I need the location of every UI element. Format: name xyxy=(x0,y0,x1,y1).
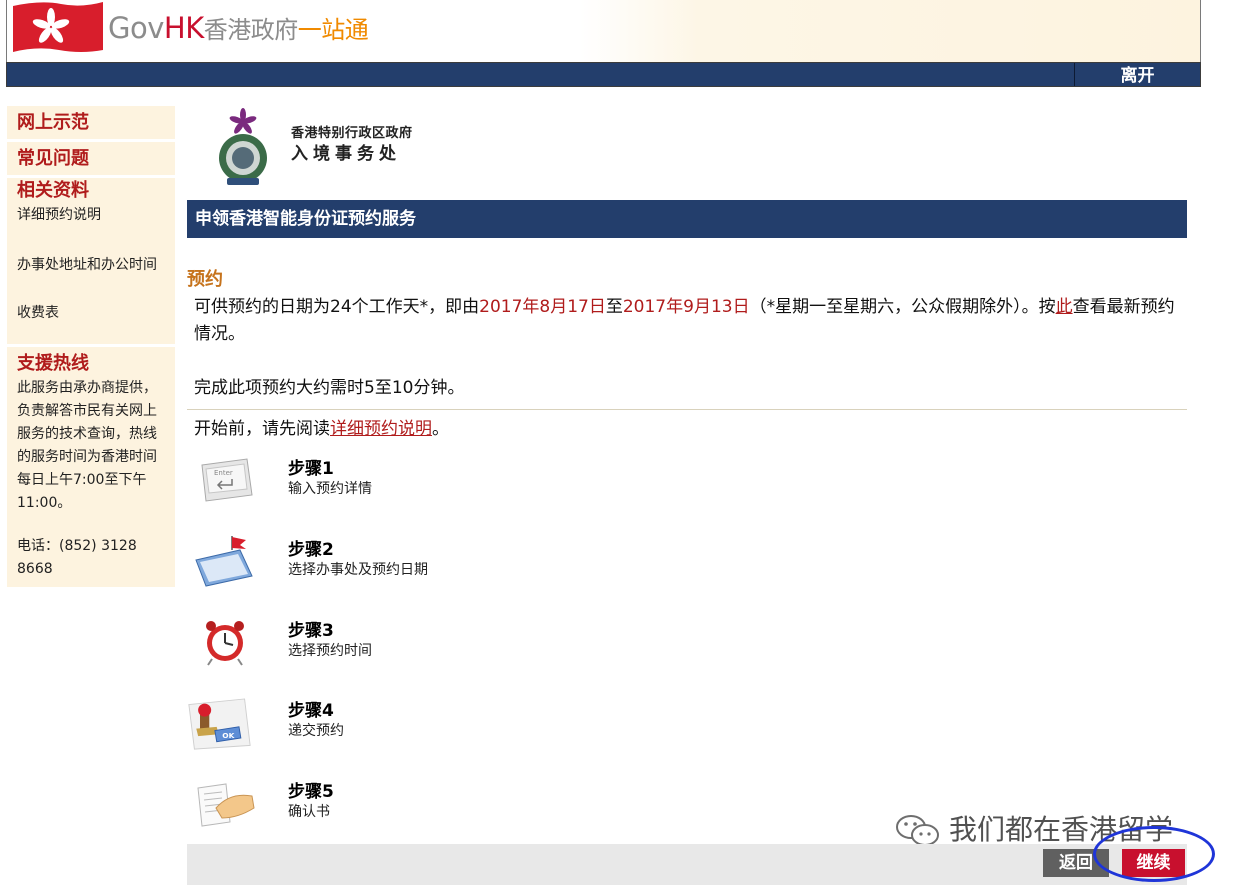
sidebar-link-office-address[interactable]: 办事处地址和办公时间 xyxy=(17,254,165,276)
sidebar-demo-block: 网上示范 xyxy=(7,106,175,139)
step-1-title: 步骤1 xyxy=(288,459,334,479)
handshake-document-icon xyxy=(197,783,255,827)
department-name-line1: 香港特别行政区政府 xyxy=(291,126,413,141)
booking-availability-text: 可供预约的日期为24个工作天*，即由2017年8月17日至2017年9月13日（… xyxy=(194,294,1184,348)
step-5-description: 确认书 xyxy=(288,804,330,820)
top-navbar: 离开 xyxy=(6,62,1201,87)
availability-text-part: （*星期一至星期六，公众假期除外）。按 xyxy=(749,297,1056,317)
exit-button[interactable]: 离开 xyxy=(1074,63,1200,86)
immigration-department-emblem-icon xyxy=(219,108,267,185)
sidebar-item-demo[interactable]: 网上示范 xyxy=(17,106,165,139)
sidebar-hotline-heading: 支援热线 xyxy=(17,353,89,374)
ok-stamp-icon: OK xyxy=(188,698,251,750)
sidebar-related-heading: 相关资料 xyxy=(17,180,89,201)
svg-text:OK: OK xyxy=(222,731,234,740)
step-2-title: 步骤2 xyxy=(288,540,334,560)
svg-text:Enter: Enter xyxy=(214,469,233,477)
step-2-description: 选择办事处及预约日期 xyxy=(288,562,428,578)
sidebar-related-block: 相关资料 详细预约说明 办事处地址和办公时间 收费表 xyxy=(7,178,175,344)
highlight-circle-annotation xyxy=(1093,826,1215,882)
read-instructions-text: 开始前，请先阅读详细预约说明。 xyxy=(194,416,449,443)
step-3: 步骤3 选择预约时间 xyxy=(187,617,587,677)
sidebar-link-fee-table[interactable]: 收费表 xyxy=(17,302,165,324)
latest-availability-link[interactable]: 此 xyxy=(1056,297,1073,317)
calendar-flag-icon xyxy=(195,536,253,587)
sidebar-link-booking-details[interactable]: 详细预约说明 xyxy=(17,204,165,226)
govhk-header: GovHK香港政府一站通 xyxy=(6,0,1201,62)
booking-details-link[interactable]: 详细预约说明 xyxy=(330,419,432,439)
step-4-title: 步骤4 xyxy=(288,701,334,721)
step-3-description: 选择预约时间 xyxy=(288,643,372,659)
department-name-line2: 入境事务处 xyxy=(291,144,401,164)
step-5-title: 步骤5 xyxy=(288,782,334,802)
govhk-logo-text[interactable]: GovHK香港政府一站通 xyxy=(108,10,369,46)
instructions-text-part: 开始前，请先阅读 xyxy=(194,419,330,439)
sidebar: 网上示范 常见问题 相关资料 详细预约说明 办事处地址和办公时间 收费表 支援热… xyxy=(7,106,175,590)
step-1-description: 输入预约详情 xyxy=(288,481,372,497)
availability-text-part: 可供预约的日期为24个工作天*，即由 xyxy=(194,297,480,317)
instructions-text-part: 。 xyxy=(432,419,449,439)
sidebar-hotline-block: 支援热线 此服务由承办商提供，负责解答市民有关网上服务的技术查询，热线的服务时间… xyxy=(7,347,175,587)
sidebar-hotline-phone: 电话：(852) 3128 8668 xyxy=(17,538,137,577)
booking-duration-text: 完成此项预约大约需时5至10分钟。 xyxy=(194,378,465,398)
department-name: 香港特别行政区政府 入境事务处 xyxy=(291,126,413,166)
step-4-description: 递交预约 xyxy=(288,723,344,739)
divider xyxy=(187,409,1187,410)
hk-flag-icon xyxy=(13,2,103,52)
availability-text-part: 至 xyxy=(605,297,623,317)
date-from: 2017年8月17日 xyxy=(479,297,606,317)
sidebar-item-faq[interactable]: 常见问题 xyxy=(17,142,165,175)
step-4: OK 步骤4 递交预约 xyxy=(187,697,587,757)
sidebar-hotline-text: 此服务由承办商提供，负责解答市民有关网上服务的技术查询，热线的服务时间为香港时间… xyxy=(17,380,157,511)
alarm-clock-icon xyxy=(206,621,244,666)
button-bar xyxy=(187,844,1187,885)
step-5: 步骤5 确认书 xyxy=(187,778,587,838)
date-to: 2017年9月13日 xyxy=(622,297,750,317)
step-2: 步骤2 选择办事处及预约日期 xyxy=(187,536,587,596)
sidebar-faq-block: 常见问题 xyxy=(7,142,175,175)
step-1: Enter 步骤1 输入预约详情 xyxy=(187,455,587,515)
step-3-title: 步骤3 xyxy=(288,621,334,641)
keyboard-enter-icon: Enter xyxy=(201,458,253,502)
page-title: 申领香港智能身份证预约服务 xyxy=(187,200,1187,238)
booking-heading: 预约 xyxy=(187,269,223,290)
